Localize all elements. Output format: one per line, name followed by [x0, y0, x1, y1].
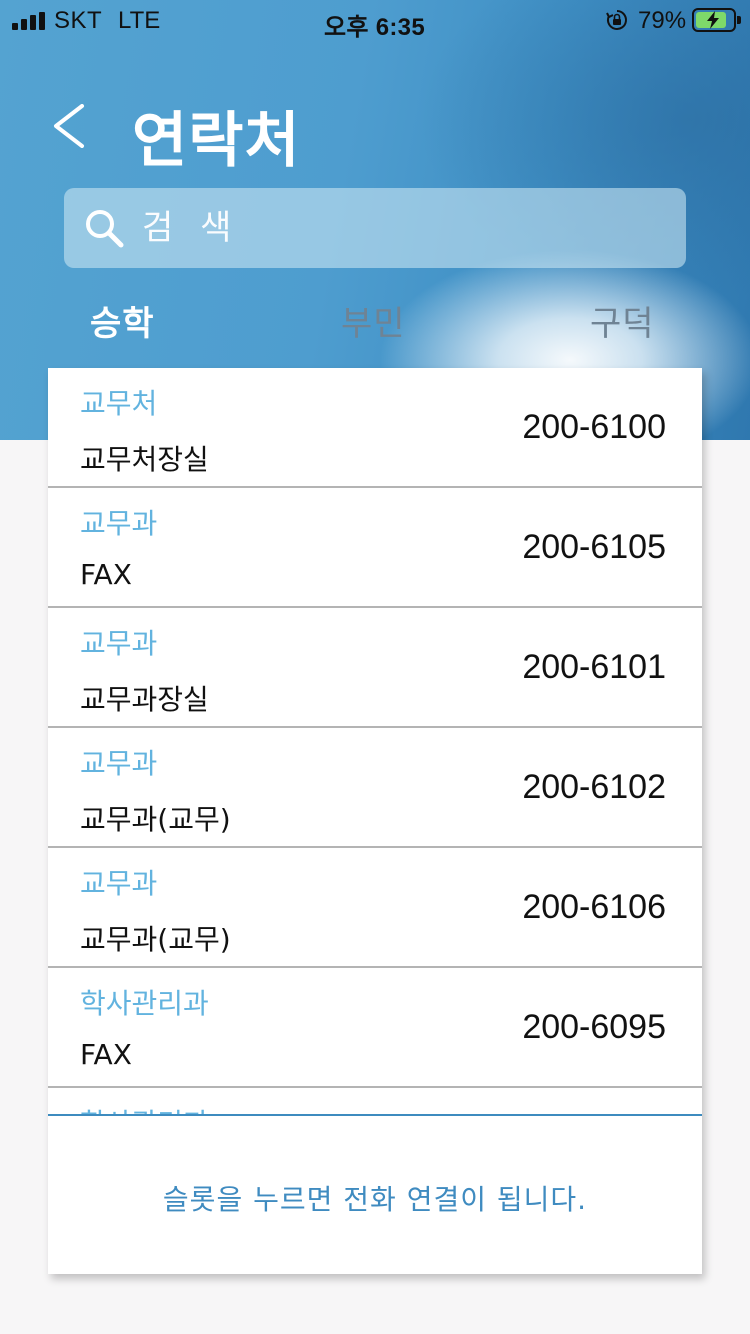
contact-department: 교무과 [80, 507, 158, 540]
contact-department: 교무처 [80, 387, 158, 420]
battery-percent: 79% [638, 7, 687, 34]
contact-row[interactable]: 학사관리과 [48, 1088, 702, 1114]
contact-row[interactable]: 학사관리과 FAX 200-6095 [48, 968, 702, 1088]
contact-department: 교무과 [80, 867, 158, 900]
contact-row[interactable]: 교무과 교무과장실 200-6101 [48, 608, 702, 728]
call-hint-footer: 슬롯을 누르면 전화 연결이 됩니다. [48, 1114, 702, 1274]
contact-row[interactable]: 교무과 교무과(교무) 200-6106 [48, 848, 702, 968]
contact-phone: 200-6100 [522, 408, 666, 446]
contact-department: 교무과 [80, 747, 158, 780]
contact-phone: 200-6102 [522, 768, 666, 806]
contact-description: 교무과(교무) [80, 803, 231, 836]
contact-department: 학사관리과 [80, 987, 209, 1020]
rotation-lock-icon [606, 10, 627, 30]
search-input[interactable] [142, 188, 672, 268]
tab-seunghak[interactable]: 승학 [90, 296, 155, 345]
carrier-name: SKT [54, 7, 103, 34]
network-type: LTE [118, 7, 161, 34]
contact-list[interactable]: 교무처 교무처장실 200-6100 교무과 FAX 200-6105 교무과 … [48, 368, 702, 1114]
contact-row[interactable]: 교무과 FAX 200-6105 [48, 488, 702, 608]
contact-department: 학사관리과 [80, 1102, 209, 1114]
contact-phone: 200-6105 [522, 528, 666, 566]
cellular-signal-icon [12, 12, 46, 30]
battery-icon [692, 8, 741, 32]
contact-row[interactable]: 교무처 교무처장실 200-6100 [48, 368, 702, 488]
tab-gudeok[interactable]: 구덕 [590, 296, 655, 345]
status-bar: SKT LTE 오후 6:35 79% [0, 0, 750, 41]
contacts-screen: SKT LTE 오후 6:35 79% 연락처 승학 부민 구덕 [0, 0, 750, 1334]
contact-phone: 200-6095 [522, 1008, 666, 1046]
campus-tabs: 승학 부민 구덕 [0, 290, 750, 360]
search-bar[interactable] [64, 188, 686, 268]
back-chevron-icon[interactable] [48, 104, 88, 148]
status-time: 오후 6:35 [324, 14, 425, 41]
contact-phone: 200-6106 [522, 888, 666, 926]
charging-bolt-icon [707, 11, 719, 29]
tab-bumin[interactable]: 부민 [341, 296, 406, 345]
call-hint-text: 슬롯을 누르면 전화 연결이 됩니다. [162, 1183, 588, 1216]
search-icon [86, 210, 124, 248]
contact-description: 교무과장실 [80, 683, 209, 716]
contact-description: FAX [80, 1038, 132, 1071]
contact-description: 교무과(교무) [80, 923, 231, 956]
contact-list-card: 교무처 교무처장실 200-6100 교무과 FAX 200-6105 교무과 … [48, 368, 702, 1274]
contact-phone: 200-6101 [522, 648, 666, 686]
page-title: 연락처 [132, 106, 301, 176]
contact-department: 교무과 [80, 627, 158, 660]
contact-description: FAX [80, 558, 132, 591]
contact-row[interactable]: 교무과 교무과(교무) 200-6102 [48, 728, 702, 848]
contact-description: 교무처장실 [80, 443, 209, 476]
